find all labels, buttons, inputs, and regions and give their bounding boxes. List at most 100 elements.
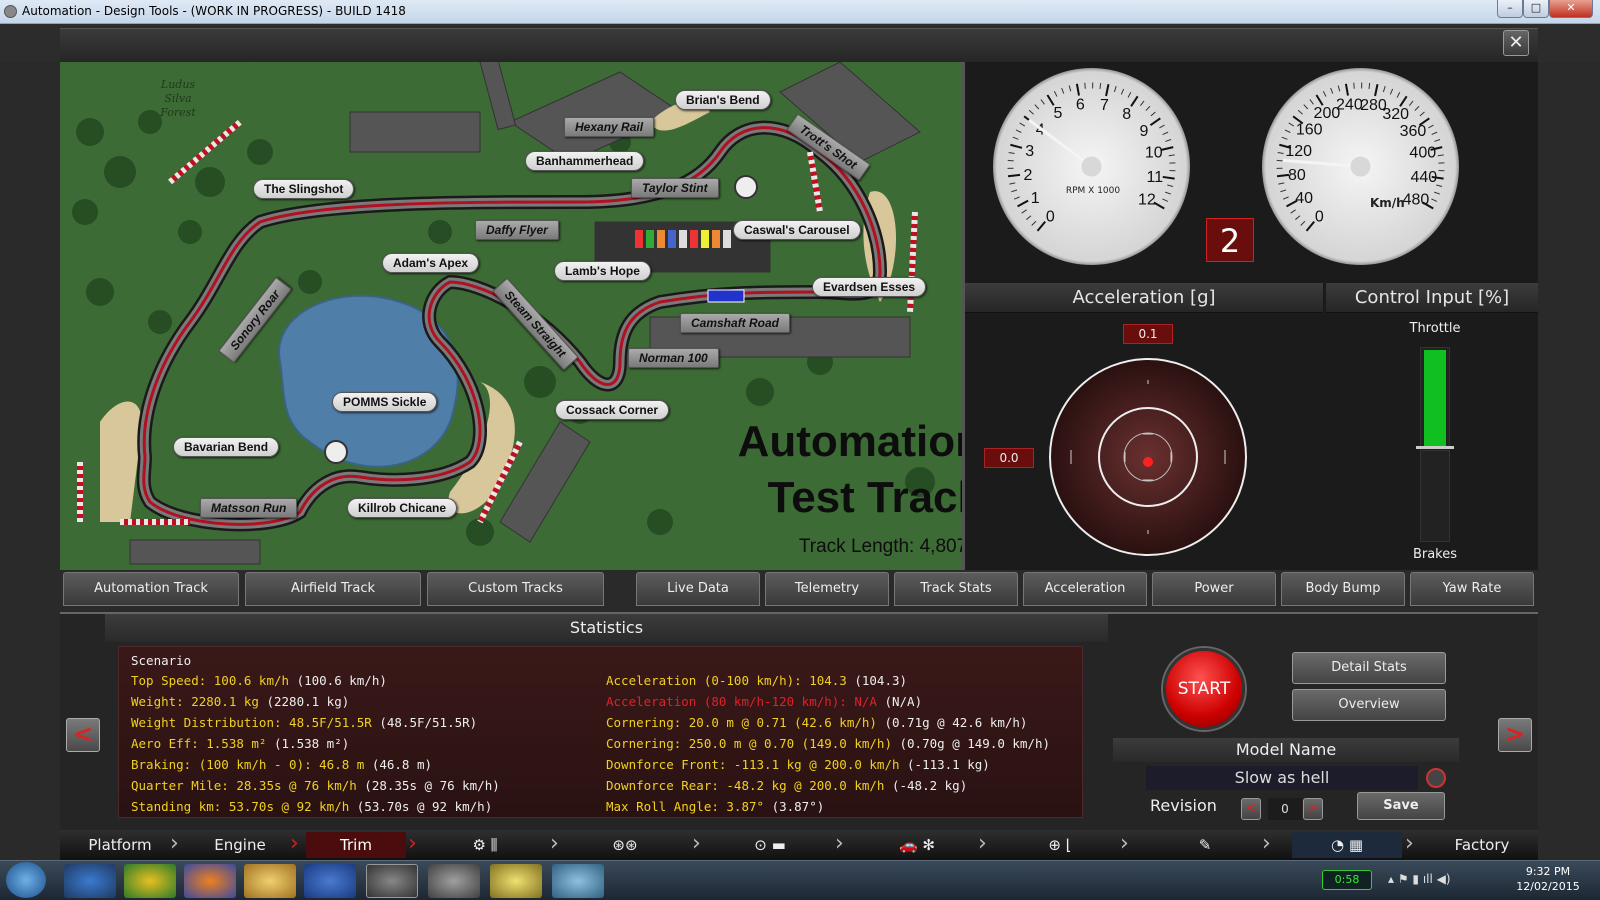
tab-body-bump[interactable]: Body Bump <box>1281 572 1405 606</box>
tab-custom-tracks[interactable]: Custom Tracks <box>427 572 604 606</box>
gauge-minor-tick <box>1113 86 1117 93</box>
nav-suspension-icon[interactable]: ⚙ ⫼ <box>450 832 520 858</box>
notes-icon[interactable] <box>490 864 542 898</box>
corner-label: Cossack Corner <box>555 400 670 420</box>
next-button[interactable]: > <box>1498 718 1532 752</box>
stat-row: Downforce Front: -113.1 kg @ 200.0 km/h … <box>606 757 990 772</box>
tab-airfield-track[interactable]: Airfield Track <box>245 572 421 606</box>
window-title: Automation - Design Tools - (WORK IN PRO… <box>22 4 406 18</box>
revision-label: Revision <box>1150 796 1217 815</box>
paint-icon[interactable] <box>552 864 604 898</box>
gauge-minor-tick <box>1061 87 1065 94</box>
window-close-button[interactable]: ✕ <box>1549 0 1593 18</box>
forest-label: Ludus Silva Forest <box>160 78 196 119</box>
nav-engine[interactable]: Engine <box>190 832 290 858</box>
gauge-tick-label: 320 <box>1382 106 1409 123</box>
tab-telemetry[interactable]: Telemetry <box>765 572 889 606</box>
tab-track-stats[interactable]: Track Stats <box>894 572 1018 606</box>
gauge-tick <box>1007 173 1021 178</box>
nav-wheels-icon[interactable]: ⊛⊛ <box>595 832 655 858</box>
chrome-icon[interactable] <box>124 864 176 898</box>
gauge-minor-tick <box>1414 105 1420 111</box>
nav-factory[interactable]: Factory <box>1428 832 1536 858</box>
speed-gauge: 0 40 80 120 160 200 240 280 320 360 400 440 480 Km/h <box>1262 68 1459 265</box>
tab-live-data[interactable]: Live Data <box>636 572 760 606</box>
gauge-tick-label: 2 <box>1023 167 1032 184</box>
tray-icons[interactable]: ▴ ⚑ ▮ ıll ◀) <box>1388 872 1451 886</box>
track-title-line2: Test Track <box>767 473 962 522</box>
accel-lat-value: 0.0 <box>984 448 1034 468</box>
model-name-field[interactable]: Slow as hell <box>1146 766 1418 790</box>
gauge-minor-tick <box>1167 184 1174 187</box>
revision-prev-button[interactable]: < <box>1241 798 1261 820</box>
gauge-minor-tick <box>1419 111 1425 117</box>
chevron-right-icon: › <box>1262 831 1271 856</box>
accel-long-value: 0.1 <box>1123 324 1173 344</box>
overview-button[interactable]: Overview <box>1292 689 1446 721</box>
gauge-minor-tick <box>1280 189 1287 193</box>
corner-label: Evardsen Esses <box>812 277 927 297</box>
top-strip <box>0 24 1600 62</box>
gauge-tick-label: 240 <box>1336 96 1363 113</box>
corner-label: Adam's Apex <box>382 253 480 273</box>
statistics-box: Scenario Top Speed: 100.6 km/h (100.6 km… <box>118 646 1083 818</box>
gauge-needle <box>1028 118 1093 168</box>
stat-row: Braking: (100 km/h - 0): 46.8 m (46.8 m) <box>131 757 433 772</box>
system-clock[interactable]: 9:32 PM 12/02/2015 <box>1508 864 1588 894</box>
gauge-minor-tick <box>1428 124 1434 129</box>
maximize-button[interactable]: □ <box>1523 0 1549 18</box>
gauge-minor-tick <box>1165 139 1172 142</box>
stat-row: Top Speed: 100.6 km/h (100.6 km/h) <box>131 673 387 688</box>
gauge-tick-label: 0 <box>1315 209 1324 226</box>
nav-interior-icon[interactable]: ⊕ ⌊ <box>1030 832 1090 858</box>
close-panel-button[interactable]: ✕ <box>1503 30 1529 56</box>
nav-platform[interactable]: Platform <box>70 832 170 858</box>
nav-body-icon[interactable]: ⊙ ▬ <box>735 832 805 858</box>
gauge-minor-tick <box>1337 85 1341 92</box>
prev-button[interactable]: < <box>66 718 100 752</box>
gauge-minor-tick <box>1011 189 1018 193</box>
zero-line <box>1416 446 1454 449</box>
tab-acceleration[interactable]: Acceleration <box>1023 572 1147 606</box>
gauge-tick-label: 10 <box>1145 145 1163 162</box>
corner-label: Daffy Flyer <box>475 220 559 240</box>
minimize-button[interactable]: – <box>1497 0 1523 18</box>
corner-label: Camshaft Road <box>680 313 791 333</box>
start-button[interactable]: START <box>1163 648 1245 730</box>
gauge-minor-tick <box>1162 131 1169 136</box>
stat-row: Acceleration (0-100 km/h): 104.3 (104.3) <box>606 673 908 688</box>
ie-icon[interactable] <box>64 864 116 898</box>
gauge-minor-tick <box>1139 100 1145 106</box>
tab-power[interactable]: Power <box>1152 572 1276 606</box>
nav-testing-icon[interactable]: ◔ ▦ <box>1292 832 1402 858</box>
tab-yaw-rate[interactable]: Yaw Rate <box>1410 572 1534 606</box>
revision-next-button[interactable]: > <box>1303 798 1323 820</box>
explorer-icon[interactable] <box>244 864 296 898</box>
brakes-bar <box>1420 450 1450 542</box>
start-orb-icon[interactable] <box>6 862 46 898</box>
nav-aero-icon[interactable]: 🚗 ✻ <box>862 832 972 858</box>
gauge-tick <box>1075 83 1080 96</box>
speed-gauge-graphic: 04080120160200240280320360400440480 <box>1276 82 1445 232</box>
track-length: Track Length: 4,807m <box>798 536 962 557</box>
save-button[interactable]: Save <box>1357 792 1445 820</box>
word-icon[interactable] <box>304 864 356 898</box>
nav-parts-icon[interactable]: ✎ <box>1185 832 1225 858</box>
gauge-tick <box>1305 221 1315 232</box>
corner-label: Caswal's Carousel <box>733 220 861 240</box>
stat-row: Weight: 2280.1 kg (2280.1 kg) <box>131 694 350 709</box>
throttle-label: Throttle <box>1409 321 1461 336</box>
tab-automation-track[interactable]: Automation Track <box>63 572 239 606</box>
clock-time: 9:32 PM <box>1525 865 1571 878</box>
gauge-minor-tick <box>1396 92 1401 98</box>
gauge-tick <box>1374 84 1379 97</box>
detail-stats-button[interactable]: Detail Stats <box>1292 652 1446 684</box>
firefox-icon[interactable] <box>184 864 236 898</box>
refresh-icon[interactable] <box>1426 768 1446 788</box>
gauge-minor-tick <box>1303 104 1309 110</box>
app-window-icon[interactable] <box>428 864 480 898</box>
gauge-tick-label: 160 <box>1296 121 1323 138</box>
gauge-minor-tick <box>1162 198 1169 202</box>
automation-app-icon[interactable] <box>366 864 418 898</box>
nav-trim[interactable]: Trim <box>306 832 406 858</box>
